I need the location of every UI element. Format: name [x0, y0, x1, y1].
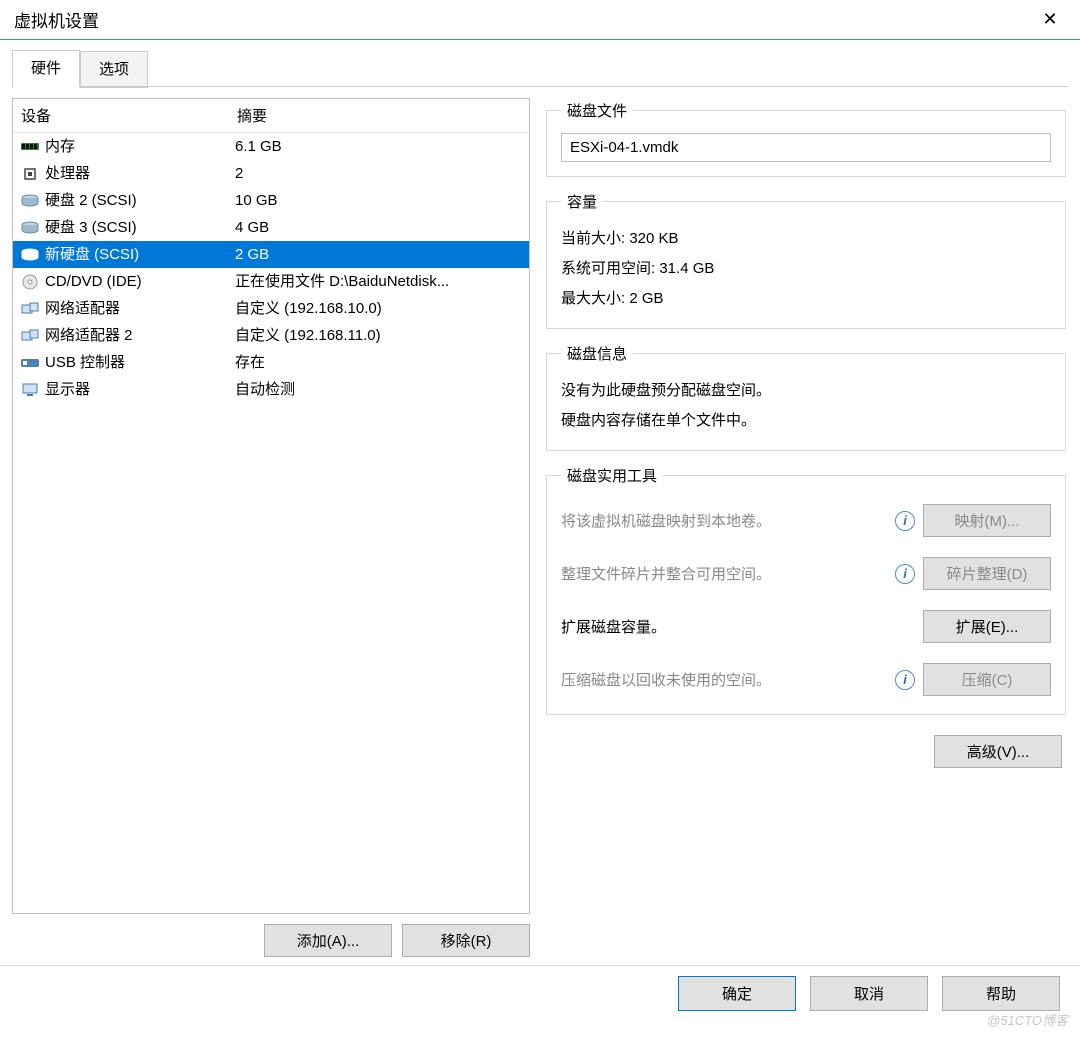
disk-info-group: 磁盘信息 没有为此硬盘预分配磁盘空间。 硬盘内容存储在单个文件中。 [546, 343, 1066, 451]
util-compact-row: 压缩磁盘以回收未使用的空间。 i 压缩(C) [561, 663, 1051, 696]
disk-info-line2: 硬盘内容存储在单个文件中。 [561, 406, 1051, 436]
net-icon [19, 300, 41, 318]
disk-icon [19, 192, 41, 210]
cpu-icon [19, 165, 41, 183]
col-device[interactable]: 设备 [21, 105, 237, 126]
disk-info-legend: 磁盘信息 [561, 343, 633, 364]
device-list-header: 设备 摘要 [13, 99, 529, 133]
capacity-group: 容量 当前大小: 320 KB 系统可用空间: 31.4 GB 最大大小: 2 … [546, 191, 1066, 329]
disk-b-icon [19, 246, 41, 264]
close-button[interactable]: ✕ [1030, 5, 1070, 35]
net-icon [19, 327, 41, 345]
info-icon[interactable]: i [895, 670, 915, 690]
defrag-button[interactable]: 碎片整理(D) [923, 557, 1051, 590]
util-map-row: 将该虚拟机磁盘映射到本地卷。 i 映射(M)... [561, 504, 1051, 537]
disk-utils-group: 磁盘实用工具 将该虚拟机磁盘映射到本地卷。 i 映射(M)... 整理文件碎片并… [546, 465, 1066, 715]
compact-button[interactable]: 压缩(C) [923, 663, 1051, 696]
advanced-row: 高级(V)... [544, 729, 1068, 768]
title-bar: 虚拟机设置 ✕ [0, 0, 1080, 40]
device-name: 网络适配器 [45, 295, 120, 322]
device-name: 处理器 [45, 160, 90, 187]
usb-icon [19, 354, 41, 372]
capacity-max: 最大大小: 2 GB [561, 284, 1051, 314]
device-summary: 自定义 (192.168.11.0) [235, 322, 529, 349]
capacity-legend: 容量 [561, 191, 603, 212]
device-name: CD/DVD (IDE) [45, 268, 142, 295]
device-name: 显示器 [45, 376, 90, 403]
advanced-button[interactable]: 高级(V)... [934, 735, 1062, 768]
device-name: USB 控制器 [45, 349, 125, 376]
close-icon: ✕ [1042, 9, 1057, 30]
add-button[interactable]: 添加(A)... [264, 924, 392, 957]
util-expand-row: 扩展磁盘容量。 扩展(E)... [561, 610, 1051, 643]
device-summary: 4 GB [235, 214, 529, 241]
window-title: 虚拟机设置 [14, 7, 1030, 32]
device-summary: 正在使用文件 D:\BaiduNetdisk... [235, 268, 529, 295]
help-button[interactable]: 帮助 [942, 976, 1060, 1011]
util-defrag-row: 整理文件碎片并整合可用空间。 i 碎片整理(D) [561, 557, 1051, 590]
util-map-desc: 将该虚拟机磁盘映射到本地卷。 [561, 510, 887, 531]
dialog-footer: 确定 取消 帮助 [0, 965, 1080, 1021]
memory-icon [19, 138, 41, 156]
device-summary: 自动检测 [235, 376, 529, 403]
device-row[interactable]: 网络适配器 自定义 (192.168.10.0) [13, 295, 529, 322]
device-row[interactable]: 网络适配器 2 自定义 (192.168.11.0) [13, 322, 529, 349]
info-icon[interactable]: i [895, 564, 915, 584]
device-name: 网络适配器 2 [45, 322, 133, 349]
display-icon [19, 381, 41, 399]
disk-file-legend: 磁盘文件 [561, 100, 633, 121]
map-button[interactable]: 映射(M)... [923, 504, 1051, 537]
cd-icon [19, 273, 41, 291]
util-defrag-desc: 整理文件碎片并整合可用空间。 [561, 563, 887, 584]
device-name: 硬盘 3 (SCSI) [45, 214, 137, 241]
device-list-buttons: 添加(A)... 移除(R) [12, 914, 530, 957]
util-compact-desc: 压缩磁盘以回收未使用的空间。 [561, 669, 887, 690]
device-row[interactable]: CD/DVD (IDE) 正在使用文件 D:\BaiduNetdisk... [13, 268, 529, 295]
capacity-current: 当前大小: 320 KB [561, 224, 1051, 254]
device-summary: 6.1 GB [235, 133, 529, 160]
device-summary: 2 [235, 160, 529, 187]
device-row[interactable]: USB 控制器 存在 [13, 349, 529, 376]
disk-utils-legend: 磁盘实用工具 [561, 465, 663, 486]
device-row[interactable]: 硬盘 2 (SCSI) 10 GB [13, 187, 529, 214]
device-row[interactable]: 新硬盘 (SCSI) 2 GB [13, 241, 529, 268]
util-expand-desc: 扩展磁盘容量。 [561, 616, 887, 637]
ok-button[interactable]: 确定 [678, 976, 796, 1011]
remove-button[interactable]: 移除(R) [402, 924, 530, 957]
device-row[interactable]: 内存 6.1 GB [13, 133, 529, 160]
col-summary[interactable]: 摘要 [237, 105, 529, 126]
watermark: @51CTO博客 [987, 1010, 1068, 1029]
device-summary: 10 GB [235, 187, 529, 214]
device-summary: 2 GB [235, 241, 529, 268]
disk-info-line1: 没有为此硬盘预分配磁盘空间。 [561, 376, 1051, 406]
dialog-body: 设备 摘要 内存 6.1 GB 处理器 2 硬盘 2 (SCSI) 10 GB … [0, 88, 1080, 965]
device-row[interactable]: 显示器 自动检测 [13, 376, 529, 403]
capacity-available: 系统可用空间: 31.4 GB [561, 254, 1051, 284]
device-list[interactable]: 设备 摘要 内存 6.1 GB 处理器 2 硬盘 2 (SCSI) 10 GB … [12, 98, 530, 914]
disk-file-group: 磁盘文件 ESXi-04-1.vmdk [546, 100, 1066, 177]
device-summary: 存在 [235, 349, 529, 376]
device-summary: 自定义 (192.168.10.0) [235, 295, 529, 322]
disk-icon [19, 219, 41, 237]
right-pane: 磁盘文件 ESXi-04-1.vmdk 容量 当前大小: 320 KB 系统可用… [544, 98, 1068, 957]
info-icon[interactable]: i [895, 511, 915, 531]
device-name: 内存 [45, 133, 75, 160]
tab-hardware[interactable]: 硬件 [12, 50, 80, 87]
expand-button[interactable]: 扩展(E)... [923, 610, 1051, 643]
tab-strip: 硬件 选项 [0, 40, 1080, 87]
tab-options[interactable]: 选项 [80, 51, 148, 88]
device-row[interactable]: 硬盘 3 (SCSI) 4 GB [13, 214, 529, 241]
device-name: 硬盘 2 (SCSI) [45, 187, 137, 214]
cancel-button[interactable]: 取消 [810, 976, 928, 1011]
left-pane: 设备 摘要 内存 6.1 GB 处理器 2 硬盘 2 (SCSI) 10 GB … [12, 98, 530, 957]
device-name: 新硬盘 (SCSI) [45, 241, 139, 268]
disk-file-field[interactable]: ESXi-04-1.vmdk [561, 133, 1051, 162]
device-row[interactable]: 处理器 2 [13, 160, 529, 187]
